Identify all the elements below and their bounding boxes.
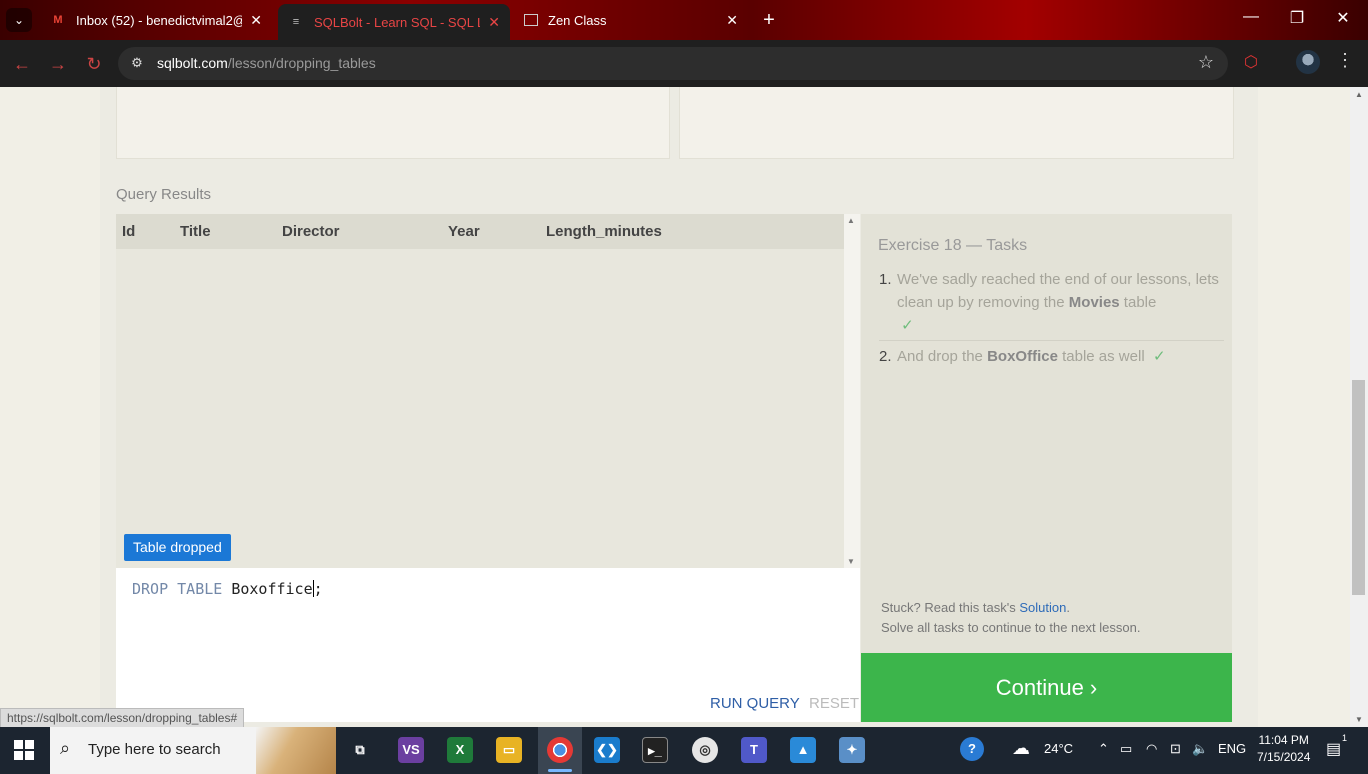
gmail-icon: M (53, 14, 63, 26)
tab-label: SQLBolt - Learn SQL - SQL Less (314, 14, 480, 30)
divider (879, 340, 1224, 341)
network-icon[interactable]: ⊡ (1170, 741, 1181, 757)
app-icon[interactable]: ✦ (839, 737, 865, 763)
bookmark-star-icon[interactable]: ☆ (1198, 52, 1214, 73)
status-badge: Table dropped (124, 534, 231, 561)
file-explorer-icon[interactable]: ▭ (496, 737, 522, 763)
run-query-button[interactable]: RUN QUERY (710, 695, 800, 712)
continue-button[interactable]: Continue › (861, 653, 1232, 722)
reload-icon[interactable]: ↻ (82, 52, 106, 76)
profile-avatar[interactable] (1296, 50, 1320, 74)
search-placeholder: Type here to search (88, 741, 221, 758)
extensions-icon[interactable]: ⬡ (1244, 52, 1258, 72)
back-arrow-icon[interactable]: ← (10, 52, 34, 76)
reset-button[interactable]: RESET (809, 695, 859, 712)
page-scrollbar[interactable]: ▲ ▼ (1350, 87, 1368, 727)
minimize-icon[interactable]: — (1236, 8, 1266, 26)
terminal-icon[interactable]: ▸_ (642, 737, 668, 763)
address-toolbar: ← → ↻ ⚙ sqlbolt.com/lesson/dropping_tabl… (0, 40, 1368, 87)
scroll-up-icon[interactable]: ▲ (1355, 90, 1363, 99)
results-scrollbar[interactable]: ▲ ▼ (844, 214, 860, 568)
excel-icon[interactable]: X (447, 737, 473, 763)
clock-time: 11:04 PM (1258, 733, 1309, 747)
notification-count: 1 (1342, 733, 1348, 743)
column-header: Length_minutes (546, 223, 662, 240)
browser-app-icon[interactable]: ◎ (692, 737, 718, 763)
task-view-icon[interactable]: ⧉ (347, 737, 373, 763)
forward-arrow-icon[interactable]: → (46, 52, 70, 76)
task-item: 1. We've sadly reached the end of our le… (879, 271, 1219, 334)
visual-studio-icon[interactable]: VS (398, 737, 424, 763)
task-item: 2. And drop the BoxOffice table as well … (879, 348, 1166, 365)
battery-icon[interactable]: ▭ (1120, 741, 1132, 757)
scroll-down-icon[interactable]: ▼ (847, 557, 855, 566)
teams-icon[interactable]: T (741, 737, 767, 763)
restore-icon[interactable]: ❐ (1282, 8, 1312, 28)
weather-cloud-icon[interactable]: ☁ (1012, 738, 1030, 759)
windows-start-icon[interactable] (14, 740, 34, 760)
tab-label: Zen Class (548, 12, 607, 28)
stuck-hint: Stuck? Read this task's Solution. (881, 600, 1070, 615)
search-highlight-image (256, 727, 336, 774)
tab-sqlbolt[interactable]: ≡ SQLBolt - Learn SQL - SQL Less ✕ (278, 4, 510, 40)
site-settings-icon[interactable]: ⚙ (128, 55, 146, 73)
check-icon: ✓ (1153, 348, 1166, 365)
tab-zen-class[interactable]: Zen Class ✕ (514, 4, 748, 36)
close-tab-icon[interactable]: ✕ (488, 14, 500, 31)
column-header: Director (282, 223, 340, 240)
volume-icon[interactable]: 🔈 (1192, 741, 1208, 757)
wifi-icon[interactable]: ◠ (1146, 741, 1157, 757)
exercise-tasks-panel: Exercise 18 — Tasks 1. We've sadly reach… (861, 214, 1232, 654)
column-header: Id (122, 223, 136, 240)
chrome-icon (547, 737, 573, 763)
check-icon: ✓ (901, 317, 914, 334)
new-tab-plus-icon[interactable]: + (758, 9, 780, 31)
solution-link[interactable]: Solution (1019, 600, 1066, 615)
sqlbolt-icon: ≡ (292, 16, 300, 28)
more-menu-icon[interactable]: ⋮ (1336, 50, 1354, 71)
photos-icon[interactable]: ▲ (790, 737, 816, 763)
page-icon (524, 14, 538, 26)
scroll-down-icon[interactable]: ▼ (1355, 715, 1363, 724)
weather-temperature[interactable]: 24°C (1044, 741, 1073, 756)
vscode-icon[interactable]: ❮❯ (594, 737, 620, 763)
close-window-icon[interactable]: ✕ (1328, 8, 1358, 28)
help-icon[interactable]: ? (960, 737, 984, 761)
chevron-up-icon[interactable]: ⌃ (1098, 741, 1109, 757)
address-bar[interactable]: ⚙ sqlbolt.com/lesson/dropping_tables ☆ (118, 47, 1228, 80)
link-preview-status: https://sqlbolt.com/lesson/dropping_tabl… (0, 708, 245, 728)
notification-icon[interactable]: ▤ (1326, 739, 1341, 759)
active-indicator (548, 769, 572, 772)
sql-code[interactable]: DROP TABLE Boxoffice; (132, 580, 323, 598)
taskbar-search-box[interactable]: ⌕ Type here to search (50, 727, 336, 774)
clock[interactable]: 11:04 PM 7/15/2024 (1257, 732, 1310, 766)
query-results-title: Query Results (116, 186, 212, 203)
tab-label: Inbox (52) - benedictvimal2@gm (76, 12, 242, 28)
scroll-up-icon[interactable]: ▲ (847, 216, 855, 225)
exercise-title: Exercise 18 — Tasks (878, 237, 1028, 254)
browser-tab-strip: ⌄ M Inbox (52) - benedictvimal2@gm ✕ ≡ S… (0, 0, 1368, 40)
solve-hint: Solve all tasks to continue to the next … (881, 620, 1141, 635)
chrome-taskbar-button[interactable] (538, 727, 582, 774)
table-schema-panel (679, 87, 1234, 159)
results-header-row: Id Title Director Year Length_minutes (116, 214, 844, 249)
search-icon: ⌕ (60, 738, 71, 758)
tab-search-chevron-icon[interactable]: ⌄ (6, 8, 32, 32)
tab-gmail[interactable]: M Inbox (52) - benedictvimal2@gm ✕ (40, 4, 272, 36)
language-indicator[interactable]: ENG (1218, 741, 1246, 756)
url-text: sqlbolt.com/lesson/dropping_tables (157, 55, 376, 71)
scrollbar-thumb[interactable] (1352, 380, 1365, 595)
close-tab-icon[interactable]: ✕ (250, 12, 262, 29)
column-header: Year (448, 223, 480, 240)
clock-date: 7/15/2024 (1257, 750, 1311, 764)
query-results-table: Id Title Director Year Length_minutes (116, 214, 844, 568)
close-tab-icon[interactable]: ✕ (726, 12, 738, 29)
table-schema-panel (116, 87, 670, 159)
column-header: Title (180, 223, 211, 240)
windows-taskbar: ⌕ Type here to search ⧉ VS X ▭ ❮❯ ▸_ ◎ T… (0, 727, 1368, 774)
